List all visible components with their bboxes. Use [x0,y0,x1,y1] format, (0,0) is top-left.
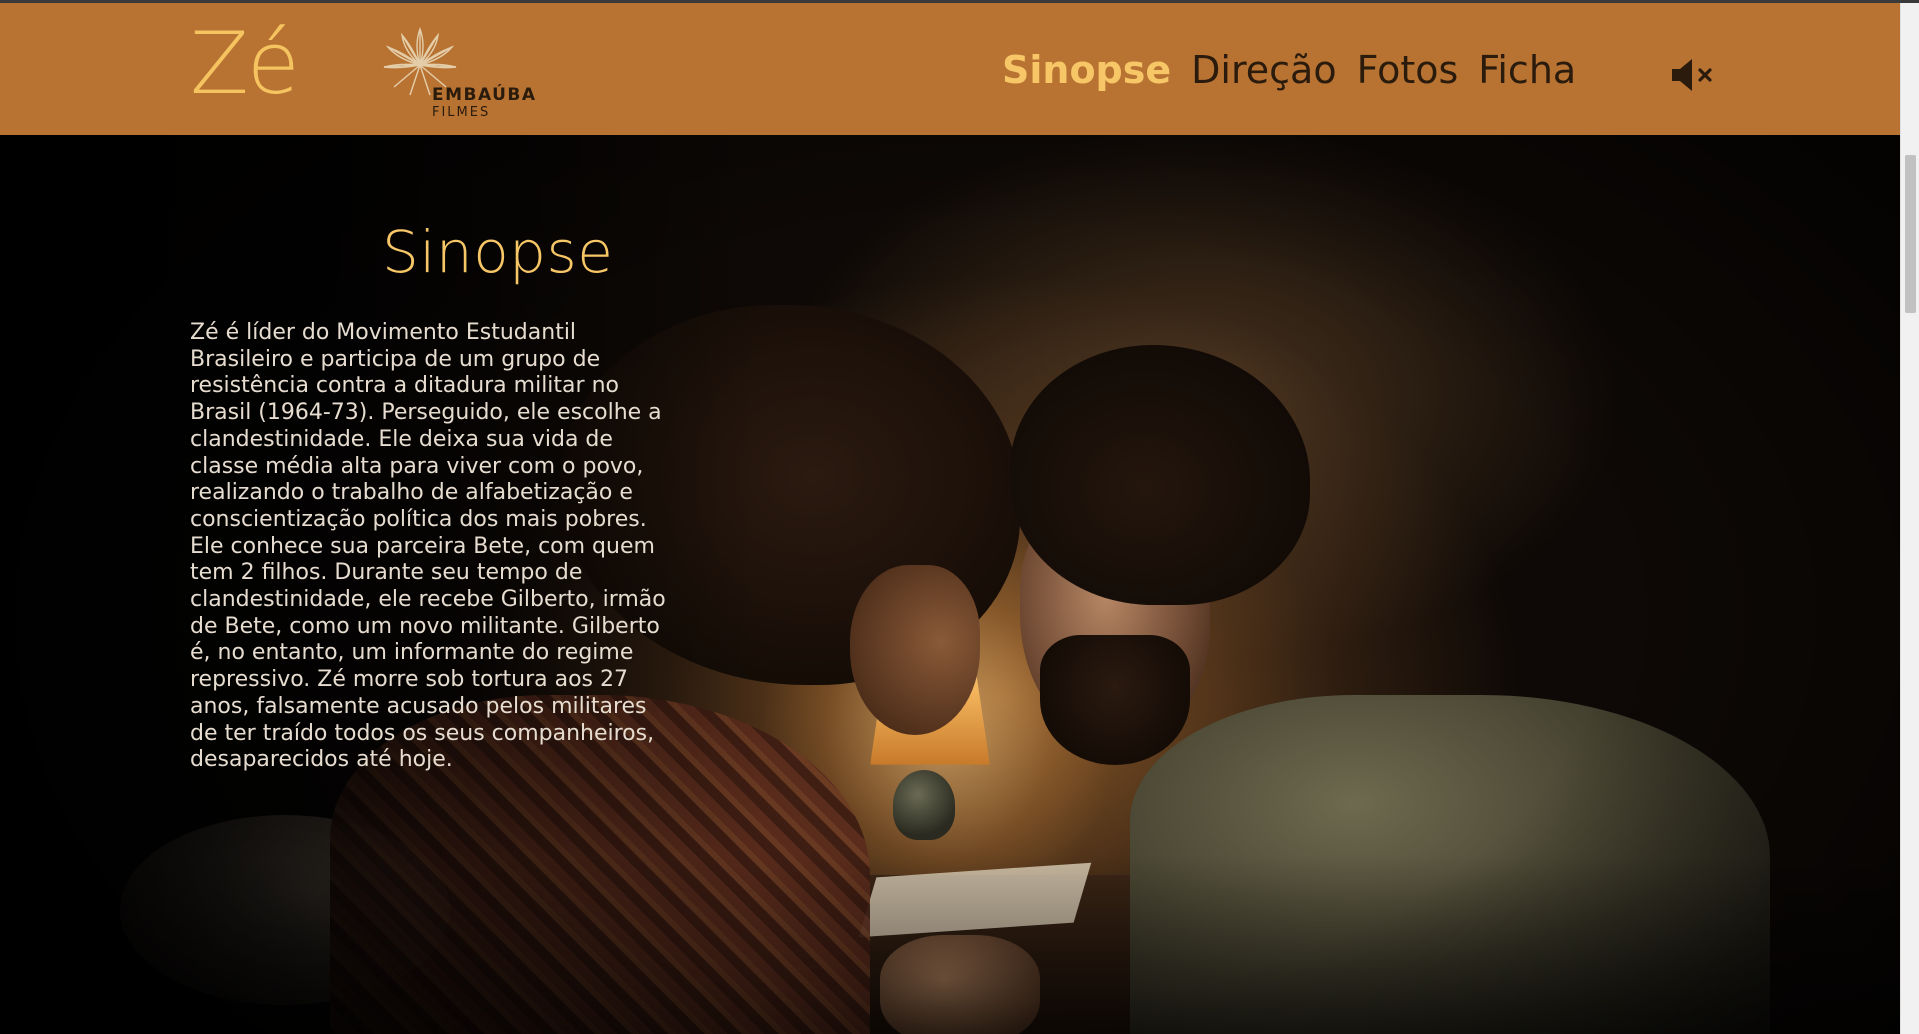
main-nav: Sinopse Direção Fotos Ficha [1002,51,1576,89]
synopsis-text: Zé é líder do Movimento Estudantil Brasi… [190,320,666,773]
site-header: Zé EMBAÚBA FILMES Sinopse Direção Fotos … [0,3,1900,135]
scroll-thumb[interactable] [1905,155,1916,313]
page-scrollbar[interactable] [1900,3,1919,1034]
section-title: Sinopse [382,218,614,286]
logo-subname: FILMES [432,105,491,120]
nav-sinopse[interactable]: Sinopse [1002,51,1171,89]
producer-logo[interactable]: EMBAÚBA FILMES [380,25,550,125]
logo-name: EMBAÚBA [432,85,537,105]
nav-fotos[interactable]: Fotos [1357,51,1459,89]
mute-button[interactable] [1668,55,1716,95]
nav-ficha[interactable]: Ficha [1478,51,1576,89]
nav-direcao[interactable]: Direção [1191,51,1336,89]
brand-title[interactable]: Zé [190,21,300,107]
mute-icon [1672,59,1712,91]
